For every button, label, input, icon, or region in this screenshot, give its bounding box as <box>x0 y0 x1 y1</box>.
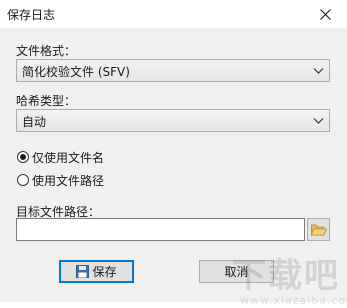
hash-type-dropdown-value: 自动 <box>22 115 47 129</box>
hash-type-label: 哈希类型： <box>16 94 77 108</box>
browse-button[interactable] <box>307 218 330 241</box>
radio-full-path-label: 使用文件路径 <box>32 173 105 188</box>
radio-button-unchecked[interactable] <box>17 174 29 186</box>
close-icon <box>319 8 331 20</box>
chevron-down-icon <box>313 118 324 124</box>
format-dropdown-value: 简化校验文件 (SFV) <box>22 65 130 79</box>
hash-type-dropdown[interactable]: 自动 <box>16 109 330 132</box>
format-dropdown[interactable]: 简化校验文件 (SFV) <box>16 59 330 82</box>
title-bar: 保存日志 <box>0 0 347 28</box>
save-button-label: 保存 <box>92 265 117 279</box>
floppy-disk-icon <box>76 265 90 278</box>
folder-open-icon <box>310 224 327 236</box>
format-label: 文件格式： <box>16 44 77 58</box>
radio-name-only[interactable]: 仅使用文件名 <box>17 149 104 165</box>
radio-full-path[interactable]: 使用文件路径 <box>17 172 104 188</box>
watermark-logo: 下载吧 <box>232 256 340 296</box>
save-button[interactable]: 保存 <box>59 260 134 283</box>
radio-name-only-label: 仅使用文件名 <box>32 150 105 165</box>
watermark-url: www.xiazaiba.com <box>240 294 347 307</box>
chevron-down-icon <box>313 68 324 74</box>
radio-button-checked[interactable] <box>17 151 29 163</box>
window-title: 保存日志 <box>7 8 56 22</box>
dialog-body: 文件格式： 简化校验文件 (SFV) 哈希类型： 自动 仅使用文件名 使用文件路… <box>0 28 347 307</box>
target-path-input[interactable] <box>16 218 305 241</box>
close-button[interactable] <box>303 0 347 28</box>
